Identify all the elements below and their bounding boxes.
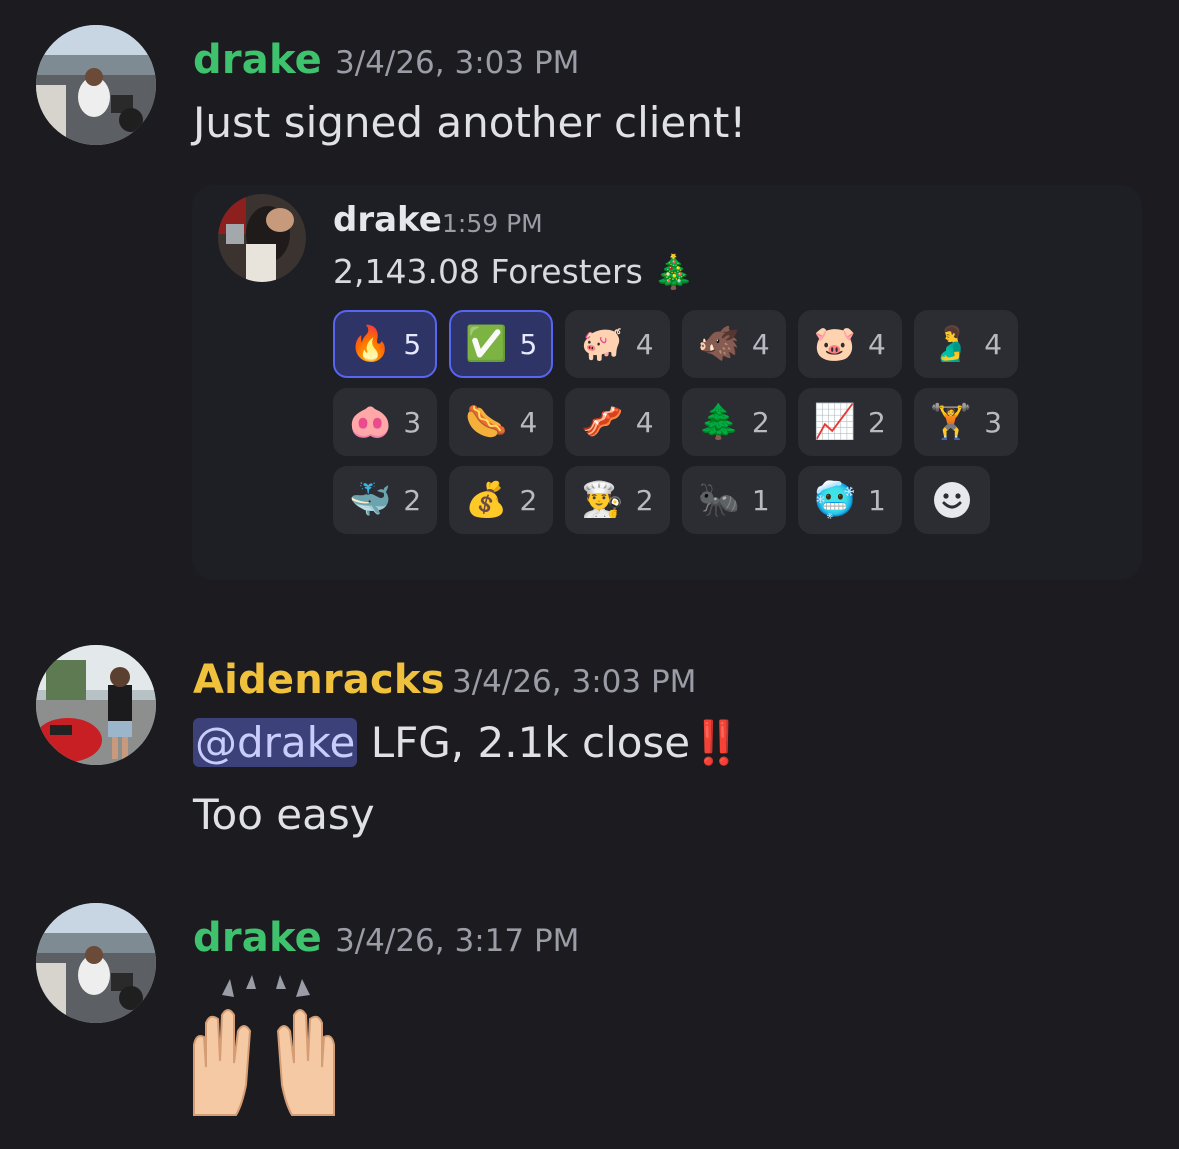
- forwarded-text-content: 2,143.08 Foresters: [333, 252, 643, 291]
- reaction-count: 3: [984, 405, 1003, 439]
- reaction-pill[interactable]: 🏋️ 3: [913, 388, 1019, 456]
- raising-hands-icon: [193, 975, 335, 1116]
- smiley-add-icon: [933, 482, 970, 518]
- reaction-emoji: 🌭: [465, 402, 508, 442]
- reaction-pill[interactable]: 📈 2: [797, 388, 902, 456]
- reaction-count: 4: [519, 405, 538, 439]
- avatar-drake[interactable]: [36, 903, 156, 1023]
- reaction-emoji: 🥓: [581, 402, 624, 442]
- reaction-count: 3: [403, 405, 422, 439]
- reaction-pill[interactable]: 🥶 1: [797, 466, 902, 534]
- reaction-count: 1: [751, 483, 770, 517]
- reaction-pill[interactable]: 🐜 1: [681, 466, 786, 534]
- message-text: @drake LFG, 2.1k close‼️: [193, 718, 742, 768]
- reaction-emoji: 👨‍🍳: [581, 480, 624, 520]
- reaction-pill[interactable]: 🐗 4: [681, 310, 786, 378]
- avatar-aidenracks[interactable]: [36, 645, 156, 765]
- reaction-pill[interactable]: 👨‍🍳 2: [565, 466, 670, 534]
- reaction-pill[interactable]: 🌲 2: [681, 388, 786, 456]
- timestamp: 3/4/26, 3:03 PM: [335, 45, 580, 81]
- reaction-pill[interactable]: 🌭 4: [449, 388, 554, 456]
- reaction-pill[interactable]: 🫃 4: [913, 310, 1019, 378]
- reaction-emoji: 🐽: [349, 402, 392, 442]
- reaction-count: 4: [984, 327, 1003, 361]
- reaction-emoji: 🐜: [697, 480, 740, 520]
- add-reaction-button[interactable]: [913, 466, 990, 534]
- reaction-count: 2: [519, 483, 538, 517]
- reaction-emoji: 💰: [465, 480, 508, 520]
- reactions-bar: 🔥 5 ✅ 5 🐖 4 🐗 4 🐷 4 🫃 4 🐽 3 🌭 4 🥓 4 🌲 2 📈 2 🏋️ 3 🐳 2 💰 2 👨‍🍳 2 🐜 1 🥶 1: [333, 310, 1123, 534]
- reaction-emoji: 🔥: [349, 324, 392, 364]
- reaction-count: 2: [751, 405, 770, 439]
- raising-hands-emoji: [184, 975, 344, 1125]
- username[interactable]: Aidenracks: [193, 657, 445, 703]
- message-text: Just signed another client!: [193, 98, 747, 147]
- reaction-count: 5: [403, 327, 422, 361]
- double-exclamation-emoji: ‼️: [690, 718, 743, 767]
- reaction-pill[interactable]: 🐷 4: [797, 310, 902, 378]
- reaction-count: 2: [868, 405, 886, 439]
- reaction-count: 1: [868, 483, 886, 517]
- reaction-emoji: 🐷: [813, 324, 857, 364]
- reaction-count: 2: [403, 483, 422, 517]
- reaction-emoji: 📈: [813, 402, 857, 442]
- reaction-pill[interactable]: 🐽 3: [333, 388, 438, 456]
- reaction-emoji: 🌲: [697, 402, 740, 442]
- christmas-tree-emoji: 🎄: [653, 252, 695, 291]
- reaction-pill[interactable]: ✅ 5: [449, 310, 554, 378]
- reaction-emoji: 🥶: [813, 480, 857, 520]
- reaction-pill[interactable]: 🐳 2: [333, 466, 438, 534]
- username[interactable]: drake: [193, 37, 322, 83]
- reaction-emoji: 🐗: [697, 324, 740, 364]
- message-text-content: LFG, 2.1k close: [357, 718, 691, 767]
- reaction-count: 4: [868, 327, 886, 361]
- reaction-count: 4: [635, 405, 654, 439]
- reaction-emoji: 🐳: [349, 480, 392, 520]
- reaction-count: 2: [635, 483, 654, 517]
- message-text-2: Too easy: [193, 790, 375, 839]
- timestamp: 3/4/26, 3:03 PM: [452, 664, 697, 700]
- reaction-pill[interactable]: 🥓 4: [565, 388, 670, 456]
- reaction-count: 4: [751, 327, 770, 361]
- timestamp: 3/4/26, 3:17 PM: [335, 923, 580, 959]
- reaction-emoji: 🏋️: [929, 402, 973, 442]
- reaction-count: 5: [519, 327, 538, 361]
- reaction-emoji: 🫃: [929, 324, 973, 364]
- reaction-pill[interactable]: 🐖 4: [565, 310, 670, 378]
- forwarded-timestamp: 1:59 PM: [442, 209, 543, 238]
- user-mention[interactable]: @drake: [193, 718, 358, 767]
- avatar-drake[interactable]: [36, 25, 156, 145]
- username[interactable]: drake: [193, 915, 322, 961]
- reaction-pill[interactable]: 🔥 5: [333, 310, 438, 378]
- forwarded-username[interactable]: drake: [333, 200, 442, 240]
- reaction-count: 4: [635, 327, 654, 361]
- reaction-emoji: ✅: [465, 324, 508, 364]
- reaction-emoji: 🐖: [581, 324, 624, 364]
- forwarded-text: 2,143.08 Foresters 🎄: [333, 252, 694, 292]
- reaction-pill[interactable]: 💰 2: [449, 466, 554, 534]
- avatar-drake-forwarded[interactable]: [218, 194, 306, 282]
